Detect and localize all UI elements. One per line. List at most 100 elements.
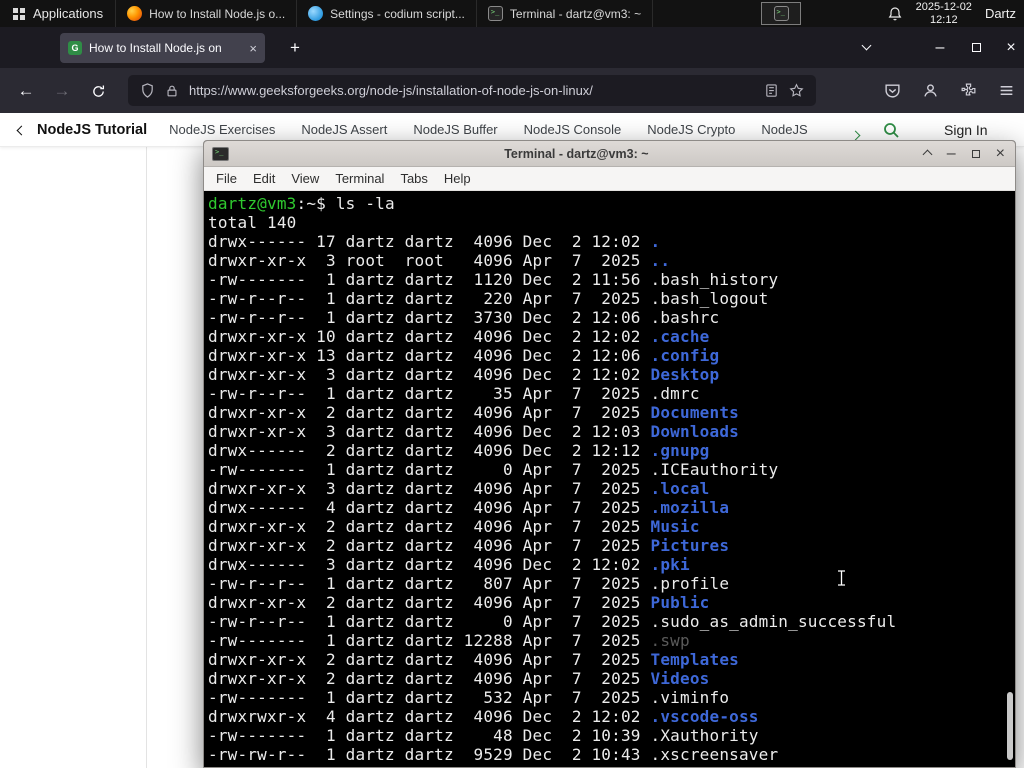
terminal-line: -rw------- 1 dartz dartz 48 Dec 2 10:39 …: [208, 726, 1015, 745]
close-icon: ×: [1006, 38, 1016, 56]
file-meta: drwx------ 2 dartz dartz 4096 Dec 2 12:1…: [208, 441, 651, 460]
terminal-content[interactable]: dartz@vm3:~$ ls -la total 140 drwx------…: [204, 191, 1015, 767]
forward-button[interactable]: →: [50, 79, 74, 103]
window-maximize-button[interactable]: [964, 27, 988, 68]
tab-title: How to Install Node.js on: [89, 41, 222, 55]
chevron-down-icon: [861, 40, 871, 51]
clock-date: 2025-12-02: [915, 1, 972, 13]
terminal-line: -rw-rw-r-- 1 dartz dartz 9529 Dec 2 10:4…: [208, 745, 1015, 764]
desktop: Applications How to Install Node.js o...…: [0, 0, 1024, 768]
nav-scroll-left-button[interactable]: [16, 121, 27, 139]
bookmark-star-icon[interactable]: [789, 83, 804, 98]
reader-mode-icon[interactable]: [764, 83, 779, 98]
chevron-right-icon: [850, 130, 861, 141]
user-menu[interactable]: Dartz: [985, 6, 1018, 21]
taskbar-item[interactable]: How to Install Node.js o...: [116, 0, 298, 27]
terminal-line: drwx------ 3 dartz dartz 4096 Dec 2 12:0…: [208, 555, 1015, 574]
file-name: Templates: [650, 650, 739, 669]
file-name: .swp: [650, 631, 690, 650]
site-nav-links: NodeJS Exercises NodeJS Assert NodeJS Buff…: [169, 122, 809, 137]
window-close-button[interactable]: ×: [999, 27, 1023, 68]
taskbar-item[interactable]: Terminal - dartz@vm3: ~: [477, 0, 654, 27]
terminal-line: drwxr-xr-x 2 dartz dartz 4096 Apr 7 2025…: [208, 403, 1015, 422]
terminal-total-line: total 140: [208, 213, 297, 232]
terminal-line: drwxr-xr-x 2 dartz dartz 4096 Apr 7 2025…: [208, 669, 1015, 688]
terminal-line: -rw------- 1 dartz dartz 12288 Apr 7 202…: [208, 631, 1015, 650]
new-tab-button[interactable]: +: [283, 36, 307, 60]
file-meta: drwxr-xr-x 2 dartz dartz 4096 Apr 7 2025: [208, 650, 651, 669]
url-input[interactable]: https://www.geeksforgeeks.org/node-js/in…: [189, 83, 754, 98]
menu-item-edit[interactable]: Edit: [245, 171, 283, 186]
tracking-shield-icon[interactable]: [140, 83, 155, 98]
tab-close-icon[interactable]: ×: [247, 41, 257, 56]
list-all-tabs-button[interactable]: [854, 27, 878, 68]
chevron-up-icon: [922, 149, 933, 159]
taskbar-item-label: How to Install Node.js o...: [149, 6, 286, 21]
chevron-left-icon: [16, 125, 27, 135]
site-nav-link[interactable]: NodeJS DNS: [761, 122, 809, 137]
shade-window-button[interactable]: [922, 145, 933, 163]
window-minimize-button[interactable]: –: [928, 27, 952, 68]
file-meta: -rw------- 1 dartz dartz 48 Dec 2 10:39: [208, 726, 651, 745]
taskbar-item[interactable]: Settings - codium script...: [297, 0, 477, 27]
applications-menu[interactable]: Applications: [0, 0, 117, 27]
site-nav-link[interactable]: NodeJS Console: [524, 122, 622, 137]
file-meta: -rw------- 1 dartz dartz 0 Apr 7 2025: [208, 460, 651, 479]
site-nav-link[interactable]: NodeJS Crypto: [647, 122, 735, 137]
menu-item-help[interactable]: Help: [436, 171, 479, 186]
prompt-user-host: dartz@vm3: [208, 194, 297, 213]
scrollbar-thumb[interactable]: [1007, 692, 1013, 760]
site-nav-link[interactable]: NodeJS Assert: [301, 122, 387, 137]
back-button[interactable]: ←: [14, 79, 38, 103]
file-meta: drwxr-xr-x 3 dartz dartz 4096 Dec 2 12:0…: [208, 365, 651, 384]
search-icon[interactable]: [882, 121, 900, 139]
browser-tab[interactable]: How to Install Node.js on ×: [60, 33, 265, 63]
pocket-icon[interactable]: [884, 82, 901, 99]
prompt-suffix: :~$: [296, 194, 336, 213]
close-window-button[interactable]: ×: [996, 145, 1005, 163]
menu-item-file[interactable]: File: [208, 171, 245, 186]
applications-label: Applications: [33, 6, 104, 21]
file-meta: -rw------- 1 dartz dartz 12288 Apr 7 202…: [208, 631, 651, 650]
menu-hamburger-icon[interactable]: [998, 82, 1015, 99]
reload-button[interactable]: [86, 79, 110, 103]
file-meta: -rw-r--r-- 1 dartz dartz 807 Apr 7 2025: [208, 574, 651, 593]
focused-window-indicator[interactable]: [761, 2, 801, 25]
account-icon[interactable]: [922, 82, 939, 99]
minimize-window-button[interactable]: –: [947, 145, 956, 163]
terminal-icon: [487, 6, 503, 21]
menu-item-tabs[interactable]: Tabs: [392, 171, 435, 186]
terminal-line: drwxr-xr-x 3 root root 4096 Apr 7 2025 .…: [208, 251, 1015, 270]
menu-item-view[interactable]: View: [283, 171, 327, 186]
site-nav-primary[interactable]: NodeJS Tutorial: [37, 122, 147, 138]
terminal-line: drwxr-xr-x 2 dartz dartz 4096 Apr 7 2025…: [208, 536, 1015, 555]
padlock-icon[interactable]: [165, 84, 179, 98]
terminal-window: Terminal - dartz@vm3: ~ – × FileEditView…: [203, 140, 1016, 768]
terminal-line: -rw------- 1 dartz dartz 0 Apr 7 2025 .I…: [208, 460, 1015, 479]
site-nav-link[interactable]: NodeJS Buffer: [413, 122, 497, 137]
maximize-window-button[interactable]: [971, 145, 980, 163]
file-name: Music: [650, 517, 700, 536]
sign-in-button[interactable]: Sign In: [944, 122, 988, 138]
file-name: .mozilla: [650, 498, 730, 517]
clock-time: 12:12: [930, 13, 958, 26]
file-name: .config: [650, 346, 720, 365]
file-name: Documents: [650, 403, 739, 422]
file-meta: drwx------ 17 dartz dartz 4096 Dec 2 12:…: [208, 232, 651, 251]
menu-item-terminal[interactable]: Terminal: [327, 171, 392, 186]
reload-icon: [92, 85, 104, 97]
terminal-titlebar[interactable]: Terminal - dartz@vm3: ~ – ×: [204, 141, 1015, 167]
url-bar[interactable]: https://www.geeksforgeeks.org/node-js/in…: [128, 75, 816, 106]
system-panel: Applications How to Install Node.js o...…: [0, 0, 1024, 27]
site-nav-link[interactable]: NodeJS Exercises: [169, 122, 275, 137]
extensions-puzzle-icon[interactable]: [960, 82, 977, 99]
taskbar-item-label: Terminal - dartz@vm3: ~: [509, 6, 642, 21]
terminal-line: drwxrwxr-x 4 dartz dartz 4096 Dec 2 12:0…: [208, 707, 1015, 726]
file-name: .xscreensaver: [650, 745, 779, 764]
file-name: .bash_history: [650, 270, 779, 289]
terminal-scrollbar[interactable]: [1004, 191, 1015, 767]
system-tray: 2025-12-02 12:12 Dartz: [887, 0, 1024, 27]
clock[interactable]: 2025-12-02 12:12: [916, 1, 972, 26]
typed-command: ls -la: [335, 194, 395, 213]
notification-bell-icon[interactable]: [887, 6, 903, 22]
